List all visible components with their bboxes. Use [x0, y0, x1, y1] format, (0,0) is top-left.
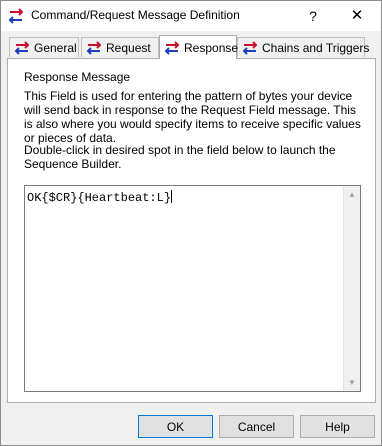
hint-text: Double-click in desired spot in the fiel… [24, 143, 336, 171]
double-arrow-icon [164, 40, 180, 55]
help-title-button[interactable]: ? [301, 4, 325, 28]
tab-response[interactable]: Response [159, 35, 239, 59]
scroll-up-arrow-icon[interactable]: ▲ [344, 186, 360, 203]
tab-request[interactable]: Request [81, 37, 159, 57]
tab-chains-and-triggers[interactable]: Chains and Triggers [237, 37, 369, 57]
title-bar[interactable]: Command/Request Message Definition ? ✕ [1, 1, 381, 31]
field-content: OK{$CR}{Heartbeat:L} [27, 190, 173, 205]
close-button[interactable]: ✕ [345, 4, 369, 28]
help-button[interactable]: Help [300, 415, 375, 438]
scroll-down-arrow-icon[interactable]: ▼ [344, 374, 360, 391]
tab-label: General [34, 40, 77, 55]
tab-label: Chains and Triggers [262, 40, 370, 55]
tab-strip: General Request Response Chains and Trig… [7, 35, 377, 59]
double-arrow-icon [14, 40, 30, 55]
window-title: Command/Request Message Definition [31, 8, 240, 22]
double-arrow-icon [86, 40, 102, 55]
tab-label: Request [106, 40, 151, 55]
text-caret [171, 190, 173, 203]
description-text: This Field is used for entering the patt… [24, 89, 361, 145]
response-tab-panel: Response Message This Field is used for … [7, 58, 376, 403]
dialog-window: Command/Request Message Definition ? ✕ G… [0, 0, 382, 446]
vertical-scrollbar[interactable]: ▲ ▼ [343, 186, 360, 391]
tab-label: Response [184, 40, 239, 55]
tab-general[interactable]: General [9, 37, 79, 57]
section-heading: Response Message [24, 70, 131, 84]
response-message-field[interactable]: OK{$CR}{Heartbeat:L} ▲ ▼ [24, 185, 361, 392]
double-arrow-icon [242, 40, 258, 55]
cancel-button[interactable]: Cancel [219, 415, 294, 438]
ok-button[interactable]: OK [138, 415, 213, 438]
double-arrow-icon [8, 8, 24, 24]
field-value: OK{$CR}{Heartbeat:L} [27, 191, 172, 205]
